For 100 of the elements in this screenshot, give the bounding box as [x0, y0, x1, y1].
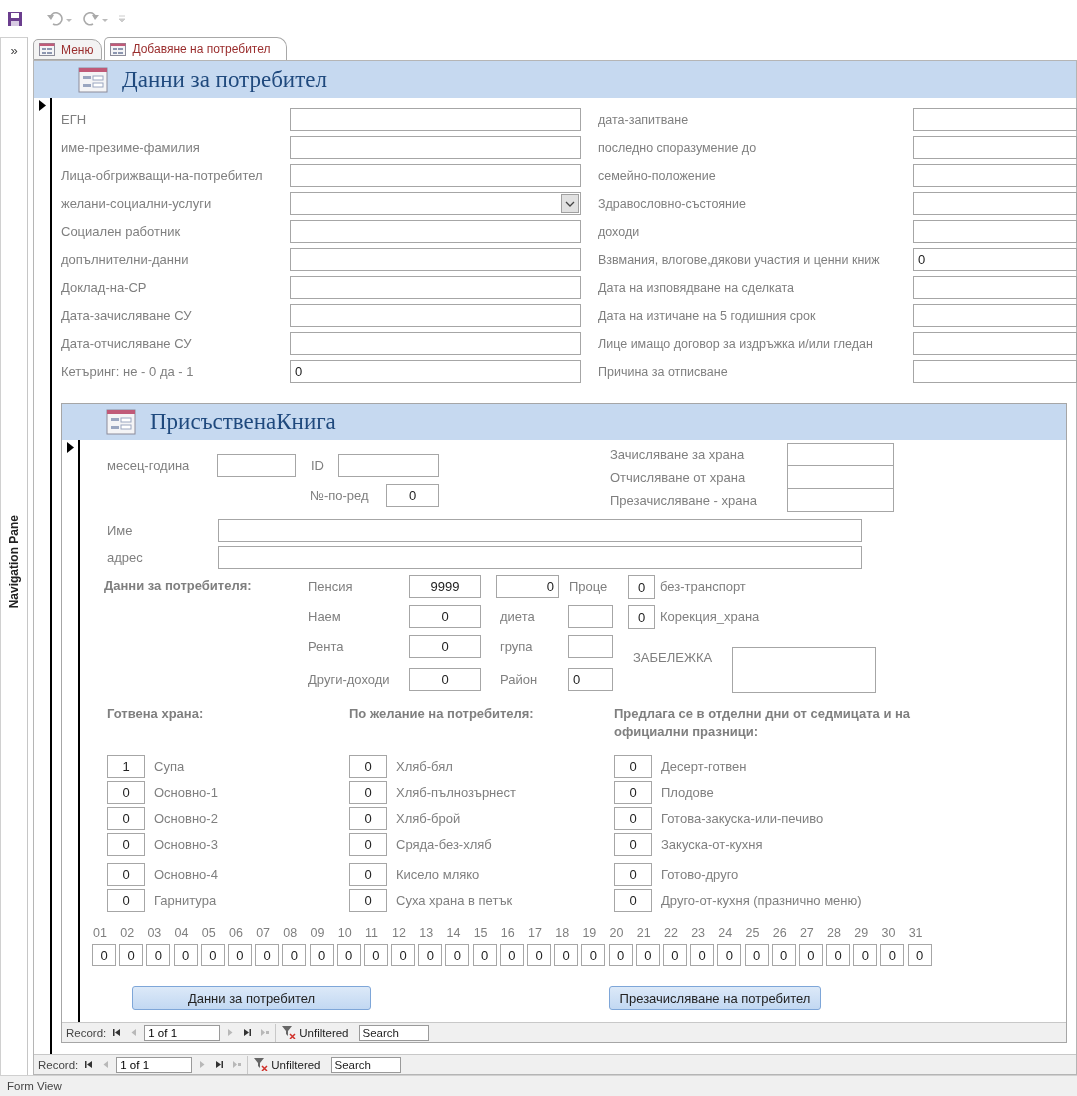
number-field[interactable]: 0: [309, 944, 334, 966]
re-enroll-button[interactable]: Презачисляване на потребител: [609, 986, 821, 1010]
dropdown-button[interactable]: [561, 194, 579, 213]
number-field[interactable]: 0: [363, 944, 388, 966]
text-field[interactable]: [913, 360, 1077, 383]
number-field[interactable]: 0: [409, 635, 481, 658]
text-field[interactable]: [290, 220, 581, 243]
number-field[interactable]: 0: [853, 944, 878, 966]
number-field[interactable]: 0: [282, 944, 307, 966]
date-field[interactable]: [787, 489, 894, 512]
document-tab[interactable]: Добавяне на потребител: [104, 37, 288, 60]
text-field[interactable]: [217, 454, 296, 477]
number-field[interactable]: 0: [107, 781, 145, 804]
expand-button[interactable]: »: [10, 38, 18, 60]
note-field[interactable]: [732, 647, 876, 693]
number-field[interactable]: 0: [409, 668, 481, 691]
text-field[interactable]: [290, 332, 581, 355]
number-field[interactable]: 0: [107, 833, 145, 856]
text-field[interactable]: [290, 276, 581, 299]
number-field[interactable]: [568, 605, 613, 628]
number-field[interactable]: 0: [614, 781, 652, 804]
number-field[interactable]: 0: [391, 944, 416, 966]
number-field[interactable]: 0: [614, 807, 652, 830]
number-field[interactable]: 0: [581, 944, 606, 966]
number-field[interactable]: 0: [568, 668, 613, 691]
number-field[interactable]: 0: [614, 833, 652, 856]
number-field[interactable]: 0: [499, 944, 524, 966]
text-field[interactable]: [338, 454, 439, 477]
number-field[interactable]: 0: [107, 889, 145, 912]
user-data-button[interactable]: Данни за потребител: [132, 986, 371, 1010]
number-field[interactable]: 0: [614, 889, 652, 912]
number-field[interactable]: 0: [690, 944, 715, 966]
text-field[interactable]: [913, 276, 1077, 299]
number-field[interactable]: 0: [445, 944, 470, 966]
record-position-field[interactable]: 1 of 1: [144, 1024, 221, 1041]
number-field[interactable]: 0: [255, 944, 280, 966]
number-field[interactable]: 0: [418, 944, 443, 966]
number-field[interactable]: 0: [146, 944, 171, 966]
number-field[interactable]: 0: [409, 605, 481, 628]
undo-icon[interactable]: [47, 11, 73, 26]
text-field[interactable]: [290, 108, 581, 131]
text-field[interactable]: [913, 304, 1077, 327]
number-field[interactable]: [568, 635, 613, 658]
text-field[interactable]: 0: [290, 360, 581, 383]
number-field[interactable]: 0: [608, 944, 633, 966]
record-position-field[interactable]: 1 of 1: [116, 1056, 193, 1073]
number-field[interactable]: 0: [472, 944, 497, 966]
number-field[interactable]: 0: [119, 944, 144, 966]
text-field[interactable]: [913, 332, 1077, 355]
text-field[interactable]: [218, 546, 862, 569]
text-field[interactable]: [290, 164, 581, 187]
text-field[interactable]: [290, 304, 581, 327]
number-field[interactable]: 0: [386, 484, 439, 507]
number-field[interactable]: 0: [614, 863, 652, 886]
text-field[interactable]: [290, 248, 581, 271]
date-field[interactable]: [787, 443, 894, 466]
number-field[interactable]: 0: [349, 889, 387, 912]
number-field[interactable]: 0: [92, 944, 116, 966]
number-field[interactable]: 0: [349, 807, 387, 830]
text-field[interactable]: [290, 136, 581, 159]
number-field[interactable]: 0: [496, 575, 559, 598]
customize-icon[interactable]: [119, 14, 125, 23]
date-field[interactable]: [787, 466, 894, 489]
number-field[interactable]: 0: [744, 944, 769, 966]
text-field[interactable]: [913, 220, 1077, 243]
number-field[interactable]: 0: [717, 944, 742, 966]
navigation-pane-label[interactable]: Navigation Pane: [7, 515, 21, 609]
text-field[interactable]: [913, 136, 1077, 159]
number-field[interactable]: 0: [227, 944, 252, 966]
text-field[interactable]: [913, 108, 1077, 131]
filter-button[interactable]: Unfiltered: [247, 1055, 327, 1074]
number-field[interactable]: 0: [107, 807, 145, 830]
number-field[interactable]: 0: [628, 605, 655, 629]
number-field[interactable]: 0: [662, 944, 687, 966]
text-field[interactable]: [913, 192, 1077, 215]
search-field[interactable]: Search: [358, 1024, 429, 1041]
number-field[interactable]: 0: [349, 863, 387, 886]
number-field[interactable]: 0: [527, 944, 551, 966]
text-field[interactable]: [218, 519, 862, 542]
save-icon[interactable]: [7, 10, 23, 27]
number-field[interactable]: 0: [826, 944, 851, 966]
number-field[interactable]: 0: [349, 781, 387, 804]
number-field[interactable]: 0: [349, 833, 387, 856]
number-field[interactable]: 0: [349, 755, 387, 778]
number-field[interactable]: 0: [173, 944, 198, 966]
number-field[interactable]: 0: [880, 944, 905, 966]
number-field[interactable]: 1: [107, 755, 145, 778]
number-field[interactable]: 0: [554, 944, 579, 966]
number-field[interactable]: 9999: [409, 575, 481, 598]
number-field[interactable]: 0: [200, 944, 225, 966]
number-field[interactable]: 0: [614, 755, 652, 778]
text-field[interactable]: [913, 164, 1077, 187]
number-field[interactable]: 0: [907, 944, 932, 966]
search-field[interactable]: Search: [330, 1056, 401, 1073]
number-field[interactable]: 0: [798, 944, 823, 966]
number-field[interactable]: 0: [771, 944, 796, 966]
document-tab[interactable]: Меню: [33, 39, 103, 60]
number-field[interactable]: 0: [628, 575, 655, 599]
text-field[interactable]: 0: [913, 248, 1077, 271]
number-field[interactable]: 0: [336, 944, 361, 966]
